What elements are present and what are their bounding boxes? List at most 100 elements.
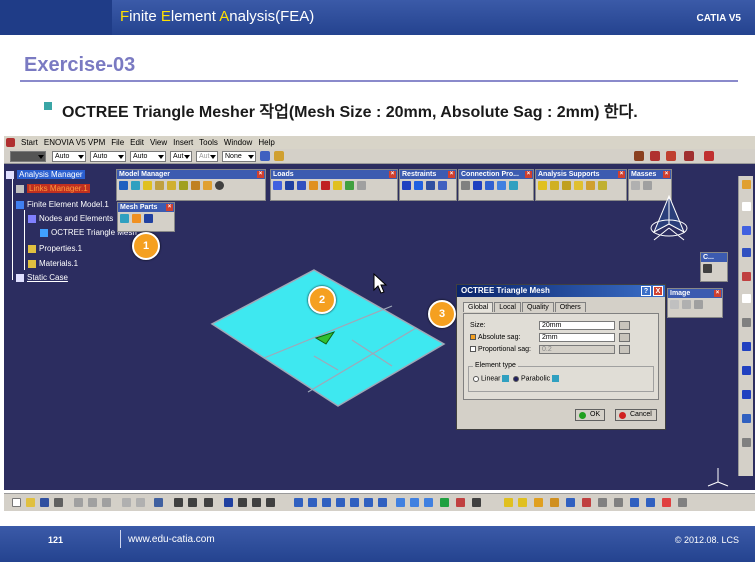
menu-help[interactable]: Help: [258, 138, 274, 147]
undo-icon[interactable]: [122, 498, 131, 507]
linetype-combo[interactable]: Auto: [90, 151, 126, 162]
menu-insert[interactable]: Insert: [173, 138, 193, 147]
tool-icon[interactable]: [742, 318, 751, 327]
octree-triangle-mesher-icon[interactable]: [132, 214, 141, 223]
clamp-icon[interactable]: [402, 181, 411, 190]
view-icon[interactable]: [742, 248, 751, 257]
surface-slider-icon[interactable]: [414, 181, 423, 190]
tool-icon[interactable]: [550, 498, 559, 507]
menu-view[interactable]: View: [150, 138, 167, 147]
linear-option[interactable]: Linear: [473, 375, 510, 382]
proportional-sag-unit-button[interactable]: [619, 345, 630, 354]
tool-icon-2[interactable]: [666, 151, 676, 161]
fit-all-icon[interactable]: [308, 498, 317, 507]
support-icon[interactable]: [586, 181, 595, 190]
tool-icon[interactable]: [742, 366, 751, 375]
tool-icon[interactable]: [155, 181, 164, 190]
absolute-sag-unit-button[interactable]: [619, 333, 630, 342]
tool-icon[interactable]: [662, 498, 671, 507]
tool-icon[interactable]: [742, 390, 751, 399]
support-icon[interactable]: [538, 181, 547, 190]
tree-node-nodes-elements[interactable]: Nodes and Elements: [28, 214, 113, 223]
tool-icon[interactable]: [678, 498, 687, 507]
pressure-fitting-icon[interactable]: [497, 181, 506, 190]
tab-quality[interactable]: Quality: [521, 302, 554, 312]
tool-icon-1[interactable]: [650, 151, 660, 161]
tree-node-materials[interactable]: Materials.1: [28, 259, 78, 268]
tool-icon[interactable]: [742, 438, 751, 447]
tool-icon[interactable]: [143, 181, 152, 190]
paint-icon[interactable]: [260, 151, 270, 161]
proportional-sag-checkbox[interactable]: [470, 346, 476, 353]
beam-mesher-icon[interactable]: [144, 214, 153, 223]
bug-icon[interactable]: [634, 151, 644, 161]
fastened-connection-icon[interactable]: [485, 181, 494, 190]
image-icon[interactable]: [742, 272, 751, 281]
rotate-icon[interactable]: [336, 498, 345, 507]
close-button[interactable]: X: [653, 286, 663, 296]
shading-icon[interactable]: [410, 498, 419, 507]
point-combo[interactable]: Aut: [170, 151, 192, 162]
menu-window[interactable]: Window: [224, 138, 252, 147]
linear-radio[interactable]: [473, 375, 479, 382]
tool-icon[interactable]: [582, 498, 591, 507]
advanced-restraint-icon[interactable]: [426, 181, 435, 190]
tool-icon-3[interactable]: [684, 151, 694, 161]
tree-node-fe-model[interactable]: Finite Element Model.1: [16, 200, 109, 209]
paste-icon[interactable]: [102, 498, 111, 507]
bearing-icon[interactable]: [309, 181, 318, 190]
ok-button[interactable]: OK: [575, 409, 606, 421]
iso-static-icon[interactable]: [438, 181, 447, 190]
tab-others[interactable]: Others: [554, 302, 586, 312]
mass-icon[interactable]: [631, 181, 640, 190]
new-icon[interactable]: [12, 498, 21, 507]
zoom-icon[interactable]: [742, 226, 751, 235]
tool-icon[interactable]: [742, 414, 751, 423]
layer-combo[interactable]: Aut: [196, 151, 218, 162]
tool-icon[interactable]: [188, 498, 197, 507]
redo-icon[interactable]: [136, 498, 145, 507]
whats-this-icon[interactable]: [154, 498, 163, 507]
tool-icon[interactable]: [534, 498, 543, 507]
menu-start[interactable]: Start: [21, 138, 38, 147]
mass-icon[interactable]: [643, 181, 652, 190]
tool-icon[interactable]: [630, 498, 639, 507]
absolute-sag-field[interactable]: 2mm: [539, 333, 615, 342]
image-tool-icon[interactable]: [694, 300, 703, 309]
close-icon[interactable]: ×: [389, 171, 396, 178]
moment-icon[interactable]: [297, 181, 306, 190]
support-icon[interactable]: [562, 181, 571, 190]
compass-icon[interactable]: [644, 192, 694, 248]
support-icon[interactable]: [598, 181, 607, 190]
tool-icon-4[interactable]: [704, 151, 714, 161]
thickness-combo[interactable]: Auto: [130, 151, 166, 162]
acceleration-icon[interactable]: [321, 181, 330, 190]
menu-tools[interactable]: Tools: [199, 138, 218, 147]
tool-icon[interactable]: [174, 498, 183, 507]
select-icon[interactable]: [742, 202, 751, 211]
density-icon[interactable]: [345, 181, 354, 190]
close-icon[interactable]: ×: [448, 171, 455, 178]
image-tool-icon[interactable]: [670, 300, 679, 309]
bolt-tightening-icon[interactable]: [509, 181, 518, 190]
tool-icon[interactable]: [742, 180, 751, 189]
menu-enovia[interactable]: ENOVIA V5 VPM: [44, 138, 105, 147]
zoom-out-icon[interactable]: [364, 498, 373, 507]
tree-node-properties[interactable]: Properties.1: [28, 244, 82, 253]
swap-space-icon[interactable]: [440, 498, 449, 507]
tool-icon[interactable]: [472, 498, 481, 507]
color-combo[interactable]: [10, 151, 46, 162]
fly-icon[interactable]: [294, 498, 303, 507]
tool-icon[interactable]: [203, 181, 212, 190]
parabolic-radio[interactable]: [513, 375, 519, 382]
tool-icon[interactable]: [518, 498, 527, 507]
image-tool-icon[interactable]: [682, 300, 691, 309]
tool-icon[interactable]: [119, 181, 128, 190]
tool-icon[interactable]: [131, 181, 140, 190]
proportional-sag-field[interactable]: 0.2: [539, 345, 615, 354]
tool-icon[interactable]: [614, 498, 623, 507]
contact-connection-icon[interactable]: [473, 181, 482, 190]
iso-view-icon[interactable]: [396, 498, 405, 507]
close-icon[interactable]: ×: [166, 204, 173, 211]
tool-icon[interactable]: [215, 181, 224, 190]
